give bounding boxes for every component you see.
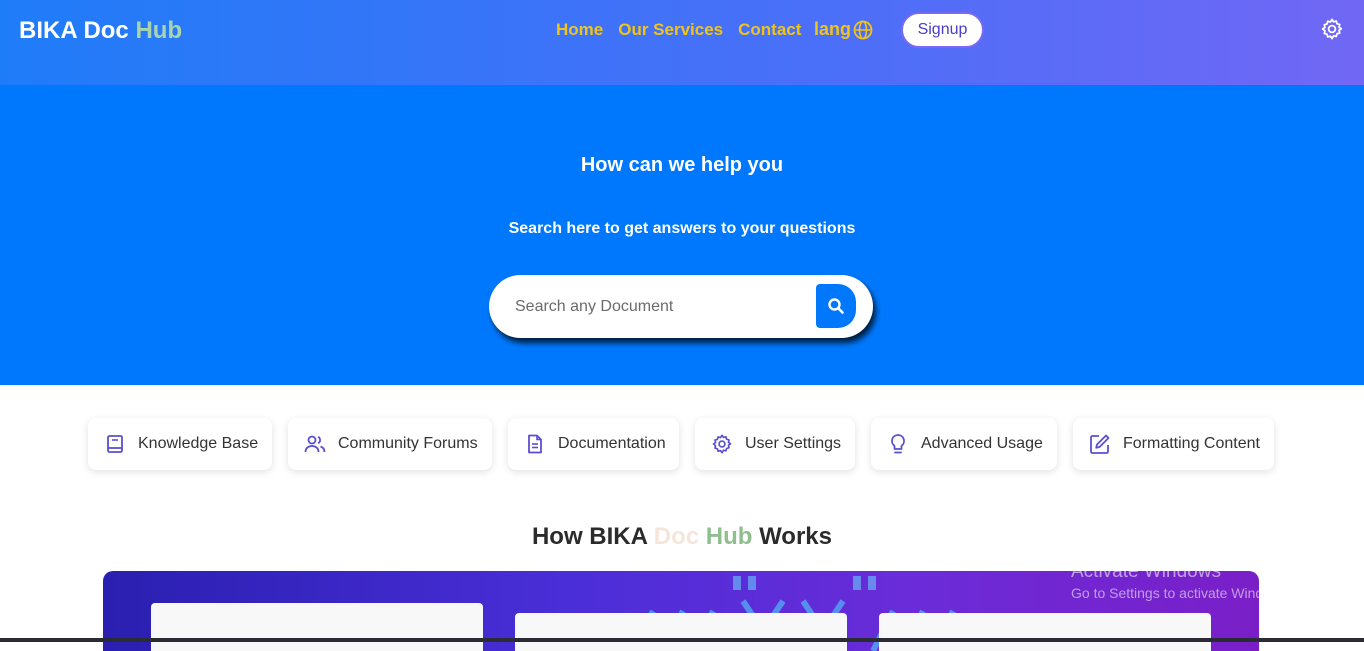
book-icon xyxy=(104,433,126,455)
how-title-start: How BIKA xyxy=(531,523,654,550)
step-card xyxy=(879,613,1211,651)
how-title-hub: Hub xyxy=(705,523,753,550)
category-community-forums[interactable]: Community Forums xyxy=(288,418,492,470)
activate-windows-watermark: Activate Windows Go to Settings to activ… xyxy=(1071,561,1292,601)
brand-hub: Hub xyxy=(135,17,183,44)
category-label: Advanced Usage xyxy=(921,435,1043,452)
category-knowledge-base[interactable]: Knowledge Base xyxy=(88,418,272,470)
language-selector[interactable]: lang xyxy=(814,19,873,40)
gear-icon xyxy=(711,433,733,455)
step-card xyxy=(151,603,483,651)
category-label: Knowledge Base xyxy=(138,435,259,452)
search-icon xyxy=(828,298,844,314)
how-title-end: Works xyxy=(752,523,833,550)
edit-icon xyxy=(1089,433,1111,455)
category-advanced-usage[interactable]: Advanced Usage xyxy=(871,418,1057,470)
globe-icon xyxy=(853,20,873,39)
watermark-subtitle: Go to Settings to activate Windows. xyxy=(1071,585,1292,601)
hero-title: How can we help you xyxy=(580,154,784,176)
hero-subtitle: Search here to get answers to your quest… xyxy=(508,220,856,237)
brand-logo[interactable]: BIKA Doc Hub xyxy=(19,17,182,45)
top-navbar: BIKA Doc Hub Home Our Services Contact l… xyxy=(0,0,1364,85)
language-label: lang xyxy=(814,19,852,39)
how-title-doc: Doc xyxy=(653,523,706,550)
brand-name: BIKA Doc xyxy=(19,17,136,44)
signup-button[interactable]: Signup xyxy=(901,12,984,48)
nav-home-link[interactable]: Home xyxy=(556,20,603,40)
category-label: Formatting Content xyxy=(1123,435,1260,452)
category-label: User Settings xyxy=(745,435,842,452)
nav-links: Home Our Services Contact xyxy=(556,20,801,40)
search-input[interactable] xyxy=(515,295,805,319)
lightbulb-icon xyxy=(887,433,909,455)
step-card xyxy=(515,613,847,651)
search-button[interactable] xyxy=(816,284,856,328)
gear-icon xyxy=(1321,18,1343,40)
category-user-settings[interactable]: User Settings xyxy=(695,418,855,470)
settings-gear-button[interactable] xyxy=(1320,17,1344,41)
document-icon xyxy=(524,433,546,455)
nav-services-link[interactable]: Our Services xyxy=(618,20,723,40)
category-label: Documentation xyxy=(558,435,666,452)
hero-section: How can we help you Search here to get a… xyxy=(0,85,1364,385)
users-icon xyxy=(304,433,326,455)
search-box xyxy=(489,275,873,338)
category-documentation[interactable]: Documentation xyxy=(508,418,679,470)
category-formatting-content[interactable]: Formatting Content xyxy=(1073,418,1274,470)
nav-contact-link[interactable]: Contact xyxy=(738,20,801,40)
watermark-title: Activate Windows xyxy=(1071,561,1221,582)
category-label: Community Forums xyxy=(338,435,478,452)
how-it-works-title: How BIKA Doc Hub Works xyxy=(0,523,1364,551)
taskbar-edge xyxy=(0,638,1364,642)
